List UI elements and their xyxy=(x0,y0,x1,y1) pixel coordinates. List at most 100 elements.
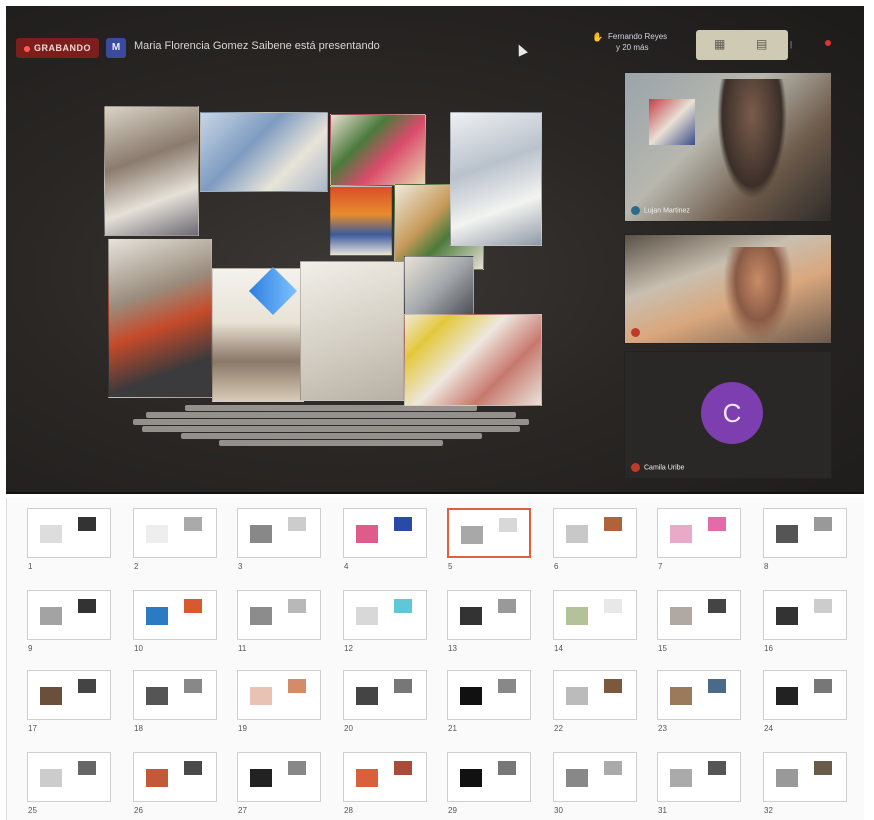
caption-line xyxy=(184,405,478,411)
view-controls[interactable]: ▦ ▤ xyxy=(696,30,788,60)
thumbnail-content xyxy=(461,526,483,544)
thumbnail-content xyxy=(288,517,306,531)
slide-number: 26 xyxy=(134,806,143,815)
thumbnail-content xyxy=(566,607,588,625)
thumbnail-content xyxy=(498,761,516,775)
thumbnail-content xyxy=(708,761,726,775)
thumbnail-content xyxy=(184,679,202,693)
slide-thumbnail-13[interactable] xyxy=(447,590,531,640)
thumbnail-content xyxy=(40,769,62,787)
thumbnail-content xyxy=(670,607,692,625)
slide-thumbnail-6[interactable] xyxy=(553,508,637,558)
slide-thumbnail-28[interactable] xyxy=(343,752,427,802)
participant-video xyxy=(723,247,793,343)
participant-avatar: C xyxy=(701,382,763,444)
thumbnail-content xyxy=(499,518,517,532)
thumbnail-content xyxy=(814,599,832,613)
thumbnail-content xyxy=(604,679,622,693)
moodboard-tile xyxy=(450,112,542,246)
slide-thumbnail-5[interactable] xyxy=(447,508,531,558)
slide-thumbnail-26[interactable] xyxy=(133,752,217,802)
slide-thumbnail-10[interactable] xyxy=(133,590,217,640)
thumbnail-content xyxy=(184,517,202,531)
slide-number: 30 xyxy=(554,806,563,815)
slide-thumbnail-20[interactable] xyxy=(343,670,427,720)
call-top-bar: GRABANDO M Maria Florencia Gomez Saibene… xyxy=(6,28,864,64)
thumbnail-content xyxy=(146,525,168,543)
slide-thumbnail-21[interactable] xyxy=(447,670,531,720)
video-call-view: GRABANDO M Maria Florencia Gomez Saibene… xyxy=(6,6,864,494)
slide-thumbnail-31[interactable] xyxy=(657,752,741,802)
slide-number: 12 xyxy=(344,644,353,653)
presenter-avatar: M xyxy=(106,38,126,58)
slide-number: 9 xyxy=(28,644,33,653)
moodboard-tile xyxy=(330,186,392,256)
recording-badge: GRABANDO xyxy=(16,38,99,58)
thumbnail-content xyxy=(250,607,272,625)
slide-thumbnail-32[interactable] xyxy=(763,752,847,802)
slide-thumbnail-4[interactable] xyxy=(343,508,427,558)
slide-number: 29 xyxy=(448,806,457,815)
thumbnail-content xyxy=(460,769,482,787)
slide-thumbnail-18[interactable] xyxy=(133,670,217,720)
thumbnail-content xyxy=(566,687,588,705)
participant-video xyxy=(717,79,787,199)
participant-name-label: Lujan Martinez xyxy=(631,206,690,215)
thumbnail-content xyxy=(776,769,798,787)
moodboard-tile xyxy=(404,256,474,316)
slide-thumbnail-16[interactable] xyxy=(763,590,847,640)
slide-number: 28 xyxy=(344,806,353,815)
slide-thumbnail-24[interactable] xyxy=(763,670,847,720)
layout-icon[interactable]: ▦ xyxy=(714,37,725,51)
slide-thumbnail-7[interactable] xyxy=(657,508,741,558)
participant-tile[interactable] xyxy=(624,234,832,344)
slide-thumbnail-29[interactable] xyxy=(447,752,531,802)
slide-thumbnail-11[interactable] xyxy=(237,590,321,640)
thumbnail-content xyxy=(604,599,622,613)
participants-info[interactable]: ✋ Fernando Reyes y 20 más xyxy=(592,31,667,53)
grid-icon[interactable]: ▤ xyxy=(756,37,767,51)
participant-name: Lujan Martinez xyxy=(644,207,690,215)
participant-tile[interactable]: C Camila Uribe xyxy=(624,351,832,479)
thumbnail-content xyxy=(814,517,832,531)
slide-thumbnail-30[interactable] xyxy=(553,752,637,802)
slide-thumbnail-25[interactable] xyxy=(27,752,111,802)
moodboard-tile xyxy=(404,314,542,406)
slide-number: 16 xyxy=(764,644,773,653)
slide-thumbnail-2[interactable] xyxy=(133,508,217,558)
participant-name: Camila Uribe xyxy=(644,464,685,472)
participant-tile[interactable]: Lujan Martinez xyxy=(624,72,832,222)
slide-thumbnail-9[interactable] xyxy=(27,590,111,640)
slide-thumbnail-22[interactable] xyxy=(553,670,637,720)
presenting-status: Maria Florencia Gomez Saibene está prese… xyxy=(134,40,380,52)
slide-thumbnail-14[interactable] xyxy=(553,590,637,640)
slide-thumbnail-19[interactable] xyxy=(237,670,321,720)
slide-thumbnail-3[interactable] xyxy=(237,508,321,558)
slide-number: 3 xyxy=(238,562,243,571)
caption-line xyxy=(180,433,482,439)
moodboard-tile xyxy=(200,112,328,192)
thumbnail-content xyxy=(250,687,272,705)
cursor-icon xyxy=(514,42,528,57)
slide-thumbnail-15[interactable] xyxy=(657,590,741,640)
slide-number: 2 xyxy=(134,562,139,571)
thumbnail-content xyxy=(776,687,798,705)
thumbnail-content xyxy=(40,607,62,625)
slide-caption-text xyxy=(116,404,546,462)
slide-thumbnail-8[interactable] xyxy=(763,508,847,558)
thumbnail-content xyxy=(604,517,622,531)
participant-name-label xyxy=(631,328,644,337)
slide-thumbnail-27[interactable] xyxy=(237,752,321,802)
toolbar-separator: | xyxy=(790,40,793,49)
thumbnail-content xyxy=(814,679,832,693)
slide-thumbnail-17[interactable] xyxy=(27,670,111,720)
slide-thumbnail-23[interactable] xyxy=(657,670,741,720)
slide-thumbnail-12[interactable] xyxy=(343,590,427,640)
moodboard-tile xyxy=(108,238,212,398)
mic-muted-icon xyxy=(631,328,640,337)
slide-thumbnail-1[interactable] xyxy=(27,508,111,558)
thumbnail-content xyxy=(250,525,272,543)
slide-number: 23 xyxy=(658,724,667,733)
thumbnail-content xyxy=(776,525,798,543)
thumbnail-content xyxy=(250,769,272,787)
